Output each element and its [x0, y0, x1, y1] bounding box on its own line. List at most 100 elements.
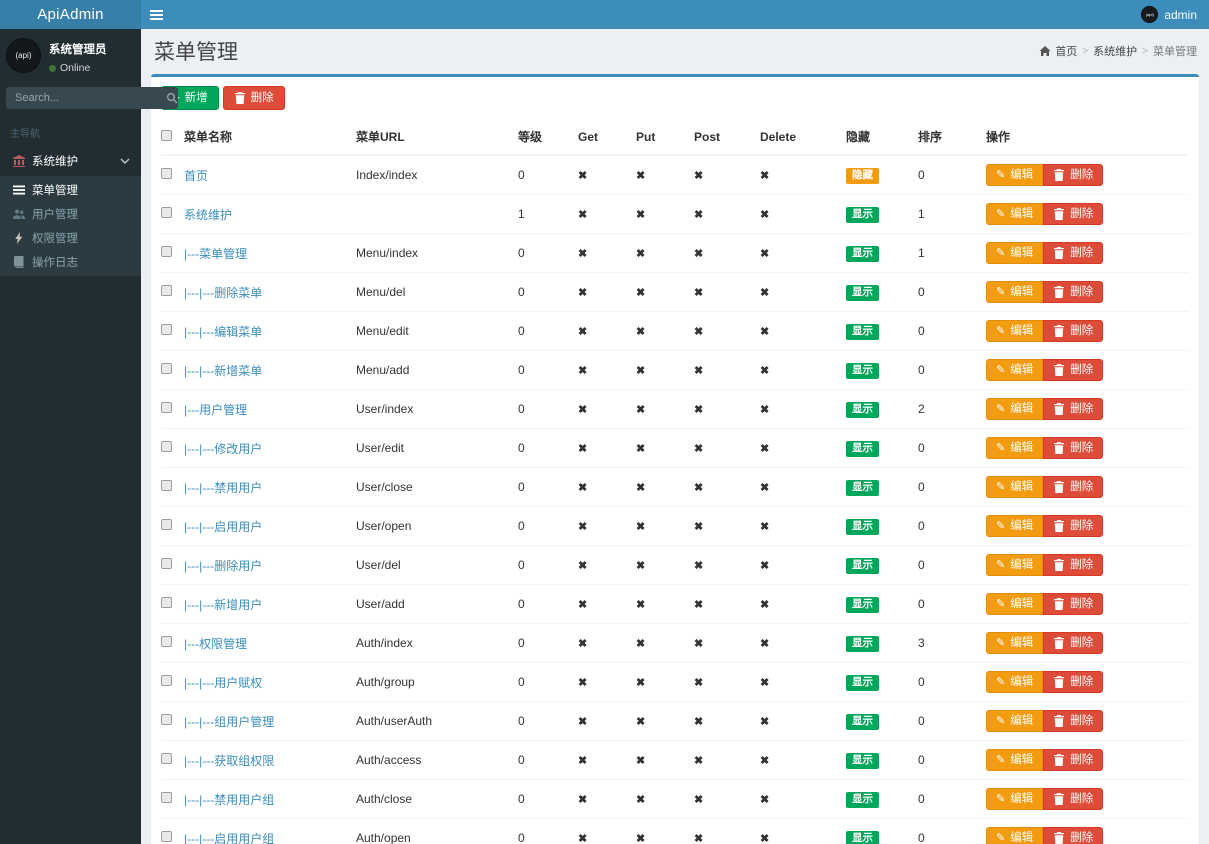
- row-checkbox[interactable]: [161, 480, 172, 491]
- breadcrumb-system-maintenance[interactable]: 系统维护: [1093, 43, 1137, 59]
- row-menu-name[interactable]: |---权限管理: [184, 637, 247, 651]
- delete-button[interactable]: 删除: [1043, 476, 1103, 498]
- delete-button[interactable]: 删除: [1043, 359, 1103, 381]
- delete-button[interactable]: 删除: [1043, 203, 1103, 225]
- user-menu[interactable]: (api) admin: [1129, 0, 1209, 29]
- row-checkbox[interactable]: [161, 753, 172, 764]
- put-mark: ✖: [636, 404, 645, 416]
- row-checkbox[interactable]: [161, 519, 172, 530]
- visibility-badge: 显示: [846, 402, 879, 418]
- delete-mark: ✖: [760, 794, 769, 806]
- row-menu-name[interactable]: |---|---删除用户: [184, 559, 262, 573]
- edit-button[interactable]: ✎ 编辑: [986, 632, 1043, 654]
- edit-button[interactable]: ✎ 编辑: [986, 320, 1043, 342]
- row-checkbox[interactable]: [161, 597, 172, 608]
- sidebar-item-system-maintenance[interactable]: 系统维护: [0, 146, 141, 176]
- delete-button[interactable]: 删除: [1043, 398, 1103, 420]
- sidebar-item-auth-management[interactable]: 权限管理: [0, 226, 141, 250]
- delete-button[interactable]: 删除: [1043, 749, 1103, 771]
- row-checkbox[interactable]: [161, 324, 172, 335]
- delete-mark: ✖: [760, 170, 769, 182]
- put-mark: ✖: [636, 365, 645, 377]
- edit-button[interactable]: ✎ 编辑: [986, 242, 1043, 264]
- edit-button[interactable]: ✎ 编辑: [986, 437, 1043, 459]
- row-menu-name[interactable]: |---菜单管理: [184, 247, 247, 261]
- brand-logo[interactable]: ApiAdmin: [0, 0, 141, 29]
- delete-button[interactable]: 删除: [1043, 671, 1103, 693]
- row-checkbox[interactable]: [161, 207, 172, 218]
- row-checkbox[interactable]: [161, 285, 172, 296]
- delete-button[interactable]: 删除: [1043, 320, 1103, 342]
- bulk-delete-button[interactable]: 删除: [223, 86, 285, 110]
- row-menu-name[interactable]: 首页: [184, 169, 208, 183]
- sidebar-item-user-management[interactable]: 用户管理: [0, 202, 141, 226]
- delete-button[interactable]: 删除: [1043, 164, 1103, 186]
- row-menu-url: Menu/index: [356, 234, 518, 273]
- row-level: 0: [518, 702, 578, 741]
- search-input[interactable]: [6, 87, 166, 109]
- delete-button[interactable]: 删除: [1043, 281, 1103, 303]
- sidebar-user-status[interactable]: Online: [49, 62, 107, 74]
- row-menu-name[interactable]: |---用户管理: [184, 403, 247, 417]
- visibility-badge: 显示: [846, 597, 879, 613]
- edit-button[interactable]: ✎ 编辑: [986, 164, 1043, 186]
- delete-button[interactable]: 删除: [1043, 827, 1103, 844]
- row-checkbox[interactable]: [161, 558, 172, 569]
- delete-button[interactable]: 删除: [1043, 554, 1103, 576]
- edit-button[interactable]: ✎ 编辑: [986, 203, 1043, 225]
- row-menu-name[interactable]: |---|---启用用户: [184, 520, 262, 534]
- edit-button[interactable]: ✎ 编辑: [986, 710, 1043, 732]
- search-button[interactable]: [166, 87, 178, 109]
- row-menu-name[interactable]: |---|---启用用户组: [184, 832, 274, 844]
- table-row: |---|---删除菜单 Menu/del 0 ✖ ✖ ✖ ✖ 显示 0 ✎ 编…: [161, 273, 1189, 312]
- row-checkbox[interactable]: [161, 636, 172, 647]
- edit-button[interactable]: ✎ 编辑: [986, 398, 1043, 420]
- edit-button[interactable]: ✎ 编辑: [986, 749, 1043, 771]
- delete-button[interactable]: 删除: [1043, 710, 1103, 732]
- row-checkbox[interactable]: [161, 441, 172, 452]
- row-checkbox[interactable]: [161, 714, 172, 725]
- delete-button[interactable]: 删除: [1043, 788, 1103, 810]
- edit-button[interactable]: ✎ 编辑: [986, 827, 1043, 844]
- row-menu-name[interactable]: |---|---编辑菜单: [184, 325, 262, 339]
- edit-button[interactable]: ✎ 编辑: [986, 281, 1043, 303]
- row-menu-name[interactable]: |---|---获取组权限: [184, 754, 274, 768]
- edit-button[interactable]: ✎ 编辑: [986, 515, 1043, 537]
- row-menu-name[interactable]: 系统维护: [184, 208, 232, 222]
- row-menu-name[interactable]: |---|---新增用户: [184, 598, 262, 612]
- edit-button[interactable]: ✎ 编辑: [986, 593, 1043, 615]
- row-sort: 1: [918, 195, 986, 234]
- row-menu-name[interactable]: |---|---用户赋权: [184, 676, 262, 690]
- sidebar-toggle-icon[interactable]: [141, 0, 171, 29]
- row-menu-name[interactable]: |---|---新增菜单: [184, 364, 262, 378]
- edit-button[interactable]: ✎ 编辑: [986, 554, 1043, 576]
- row-checkbox[interactable]: [161, 831, 172, 842]
- delete-button[interactable]: 删除: [1043, 437, 1103, 459]
- row-menu-name[interactable]: |---|---组用户管理: [184, 715, 274, 729]
- sidebar-item-operation-log[interactable]: 操作日志: [0, 250, 141, 274]
- row-checkbox[interactable]: [161, 402, 172, 413]
- edit-button[interactable]: ✎ 编辑: [986, 788, 1043, 810]
- get-mark: ✖: [578, 170, 587, 182]
- row-checkbox[interactable]: [161, 168, 172, 179]
- delete-button[interactable]: 删除: [1043, 632, 1103, 654]
- row-menu-name[interactable]: |---|---禁用用户: [184, 481, 262, 495]
- row-checkbox[interactable]: [161, 675, 172, 686]
- row-checkbox[interactable]: [161, 363, 172, 374]
- edit-button[interactable]: ✎ 编辑: [986, 671, 1043, 693]
- sidebar-item-menu-management[interactable]: 菜单管理: [0, 178, 141, 202]
- row-level: 0: [518, 273, 578, 312]
- row-checkbox[interactable]: [161, 792, 172, 803]
- delete-button[interactable]: 删除: [1043, 242, 1103, 264]
- row-checkbox[interactable]: [161, 246, 172, 257]
- edit-button[interactable]: ✎ 编辑: [986, 476, 1043, 498]
- edit-button[interactable]: ✎ 编辑: [986, 359, 1043, 381]
- select-all-checkbox[interactable]: [161, 130, 172, 141]
- delete-mark: ✖: [760, 404, 769, 416]
- delete-button[interactable]: 删除: [1043, 593, 1103, 615]
- breadcrumb-home[interactable]: 首页: [1039, 43, 1077, 59]
- row-menu-name[interactable]: |---|---禁用用户组: [184, 793, 274, 807]
- row-menu-name[interactable]: |---|---修改用户: [184, 442, 262, 456]
- row-menu-name[interactable]: |---|---删除菜单: [184, 286, 262, 300]
- delete-button[interactable]: 删除: [1043, 515, 1103, 537]
